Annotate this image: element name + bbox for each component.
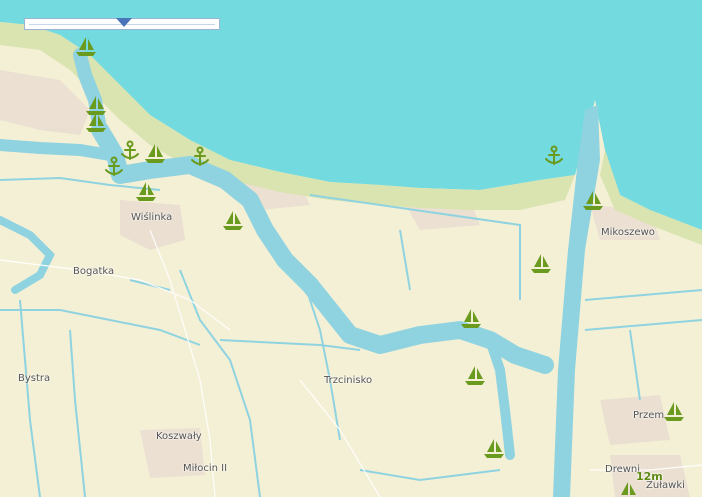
sailboat-icon[interactable]	[465, 366, 485, 385]
sailboat-icon[interactable]	[76, 37, 96, 56]
sailboat-icon[interactable]	[618, 482, 638, 497]
sailboat-icon[interactable]	[484, 439, 504, 458]
sailboat-icon[interactable]	[531, 254, 551, 273]
anchor-icon[interactable]	[105, 156, 123, 176]
sailboat-icon[interactable]	[86, 113, 106, 132]
sailboat-icon[interactable]	[583, 191, 603, 210]
sailboat-icon[interactable]	[86, 96, 106, 115]
anchor-icon[interactable]	[545, 145, 563, 165]
sailboat-icon[interactable]	[223, 211, 243, 230]
sailboat-icon[interactable]	[136, 182, 156, 201]
anchor-icon[interactable]	[121, 140, 139, 160]
sailboat-icon[interactable]	[664, 402, 684, 421]
sailboat-icon[interactable]	[145, 144, 165, 163]
anchor-icon[interactable]	[191, 146, 209, 166]
sailboat-icon[interactable]	[461, 309, 481, 328]
